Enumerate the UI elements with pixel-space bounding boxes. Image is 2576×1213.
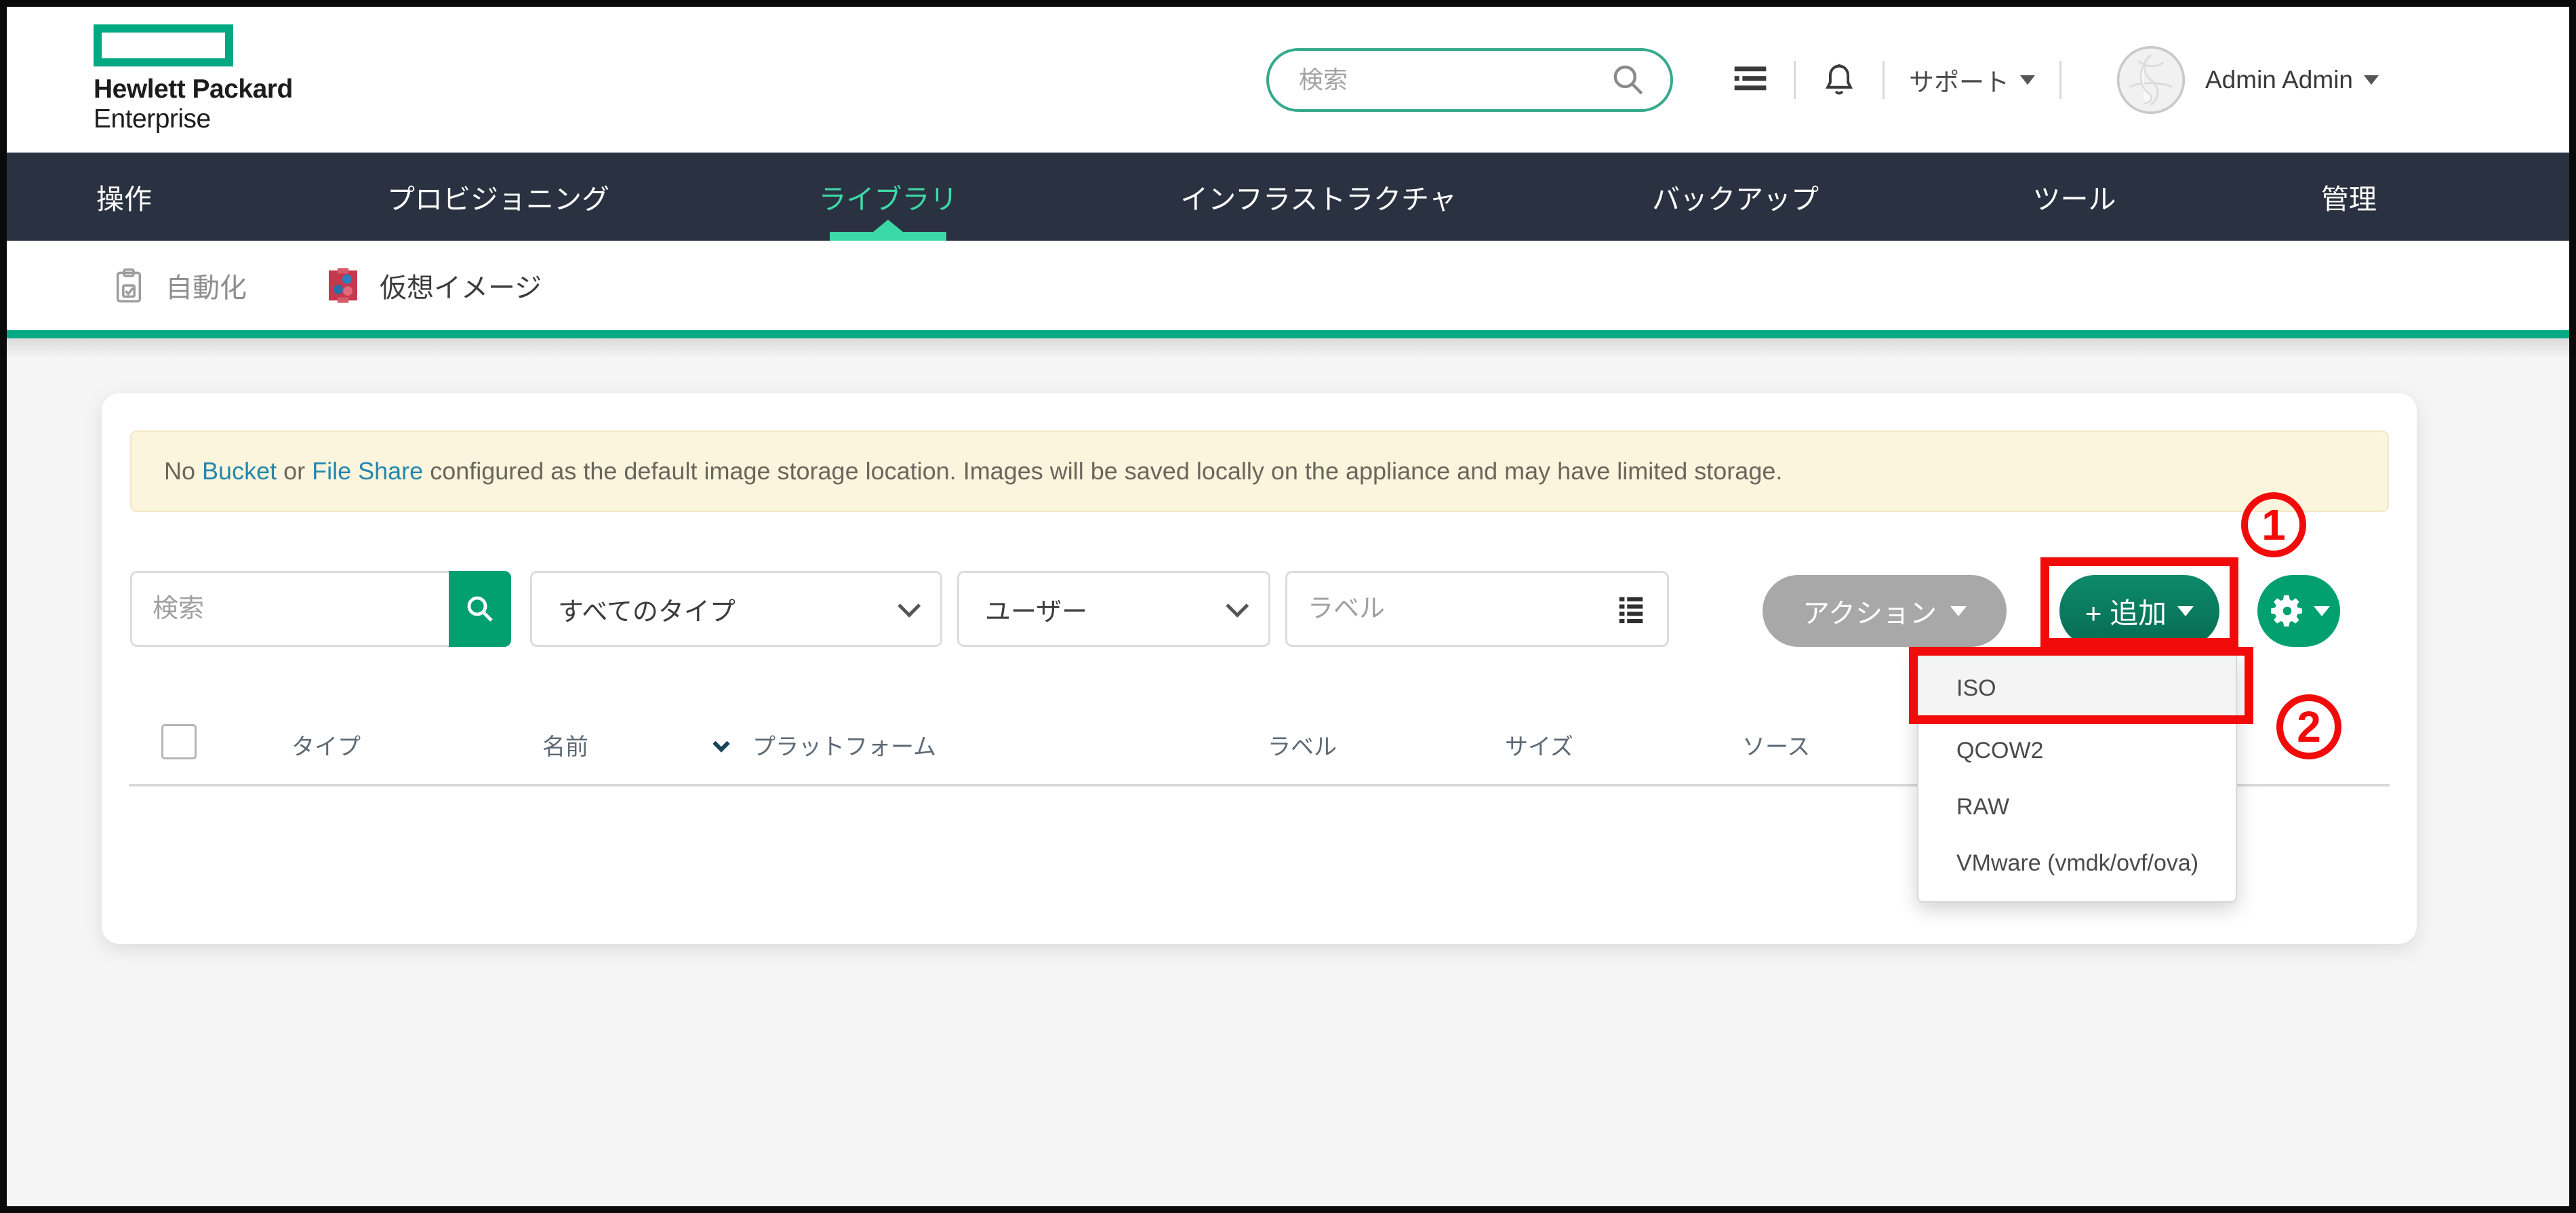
support-menu[interactable]: サポート xyxy=(1909,62,2035,98)
actions-button-label: アクション xyxy=(1803,591,1937,631)
search-icon xyxy=(464,593,496,625)
header-divider xyxy=(1883,61,1885,99)
header-toolbar: サポート Admin Admin xyxy=(1266,7,2379,153)
app-window: Hewlett Packard Enterprise xyxy=(0,0,2576,1213)
user-filter-select[interactable]: ユーザー xyxy=(957,571,1270,647)
banner-text: No xyxy=(164,457,202,485)
chevron-down-icon xyxy=(2020,75,2035,85)
add-menu-item-qcow2[interactable]: QCOW2 xyxy=(1918,723,2236,779)
accent-rule xyxy=(7,330,2569,338)
primary-nav: 操作 プロビジョニング ライブラリ インフラストラクチャ バックアップ ツール … xyxy=(7,153,2569,241)
chevron-down-icon xyxy=(1226,595,1249,618)
tab-provisioning[interactable]: プロビジョニング xyxy=(387,176,609,217)
storage-warning-banner: No Bucket or File Share configured as th… xyxy=(130,431,2389,512)
logo-line-1: Hewlett Packard xyxy=(94,75,293,104)
actions-button[interactable]: アクション xyxy=(1763,575,2007,647)
label-list-icon[interactable] xyxy=(1615,593,1647,624)
add-menu-item-vmware[interactable]: VMware (vmdk/ovf/ova) xyxy=(1918,835,2236,892)
column-header-labels[interactable]: ラベル xyxy=(1268,728,1337,761)
search-icon[interactable] xyxy=(1609,61,1647,99)
user-avatar-globe-icon[interactable] xyxy=(2116,45,2186,115)
type-filter-value: すべてのタイプ xyxy=(558,591,736,628)
subnav-virtual-images-label: 仮想イメージ xyxy=(380,266,542,305)
column-header-type[interactable]: タイプ xyxy=(291,728,361,761)
caret-down-icon xyxy=(2177,606,2194,616)
secondary-nav: 自動化 仮想イメージ xyxy=(7,241,2569,330)
file-share-link[interactable]: File Share xyxy=(312,457,423,485)
global-search-input[interactable] xyxy=(1299,66,1609,94)
clipboard-icon xyxy=(110,266,148,304)
column-header-size[interactable]: サイズ xyxy=(1505,728,1573,761)
annotation-step-2: 2 xyxy=(2276,694,2341,759)
header-divider xyxy=(2059,61,2061,99)
hpe-logo[interactable]: Hewlett Packard Enterprise xyxy=(94,24,293,134)
sort-chevron-icon[interactable] xyxy=(712,735,729,752)
rule-shadow xyxy=(7,338,2569,359)
banner-text: configured as the default image storage … xyxy=(423,457,1782,485)
add-button[interactable]: + 追加 xyxy=(2059,575,2219,647)
column-header-name[interactable]: 名前 xyxy=(542,728,588,761)
label-filter-input[interactable] xyxy=(1308,595,1615,624)
header-divider xyxy=(1794,61,1796,99)
add-menu-item-raw[interactable]: RAW xyxy=(1918,779,2236,835)
tab-administration[interactable]: 管理 xyxy=(2321,176,2377,217)
app-header: Hewlett Packard Enterprise xyxy=(7,7,2569,153)
subnav-item-virtual-images[interactable]: 仮想イメージ xyxy=(324,241,542,330)
virtual-images-icon xyxy=(324,266,362,304)
tab-tools[interactable]: ツール xyxy=(2033,176,2116,217)
user-menu[interactable]: Admin Admin xyxy=(2205,66,2379,94)
tab-infrastructure[interactable]: インフラストラクチャ xyxy=(1180,176,1457,217)
annotation-step-1: 1 xyxy=(2241,492,2306,557)
subnav-automation-label: 自動化 xyxy=(165,266,247,305)
table-search-input[interactable] xyxy=(130,571,449,647)
subnav-item-automation[interactable]: 自動化 xyxy=(110,241,247,330)
add-button-label: + 追加 xyxy=(2085,591,2167,632)
caret-down-icon xyxy=(1950,606,1967,616)
hpe-logo-mark xyxy=(94,24,233,66)
support-label: サポート xyxy=(1909,62,2009,98)
settings-button[interactable] xyxy=(2257,575,2340,647)
logo-line-2: Enterprise xyxy=(94,104,293,134)
caret-down-icon xyxy=(2314,606,2330,616)
active-tab-underline xyxy=(830,232,946,241)
tab-library[interactable]: ライブラリ xyxy=(819,176,958,217)
active-tab-caret xyxy=(873,220,903,232)
label-filter xyxy=(1285,571,1669,647)
user-name: Admin Admin xyxy=(2205,66,2353,94)
tab-operations[interactable]: 操作 xyxy=(96,176,152,217)
user-filter-value: ユーザー xyxy=(985,591,1087,628)
type-filter-select[interactable]: すべてのタイプ xyxy=(530,571,942,647)
tab-backups[interactable]: バックアップ xyxy=(1652,176,1819,217)
chevron-down-icon xyxy=(2364,75,2379,85)
bucket-link[interactable]: Bucket xyxy=(202,457,277,485)
gear-icon xyxy=(2268,591,2307,631)
add-menu-item-iso[interactable]: ISO xyxy=(1918,654,2236,723)
chevron-down-icon xyxy=(898,595,921,618)
select-all-checkbox[interactable] xyxy=(161,724,197,759)
table-search-button[interactable] xyxy=(449,571,511,647)
global-search-box[interactable] xyxy=(1266,48,1673,112)
column-header-source[interactable]: ソース xyxy=(1742,728,1810,761)
banner-text: or xyxy=(277,457,312,485)
table-search xyxy=(130,571,511,647)
notifications-bell-icon[interactable] xyxy=(1820,61,1858,99)
add-menu: ISO QCOW2 RAW VMware (vmdk/ovf/ova) xyxy=(1917,652,2237,902)
column-header-platform[interactable]: プラットフォーム xyxy=(752,728,936,761)
activity-feed-icon[interactable] xyxy=(1731,61,1769,99)
